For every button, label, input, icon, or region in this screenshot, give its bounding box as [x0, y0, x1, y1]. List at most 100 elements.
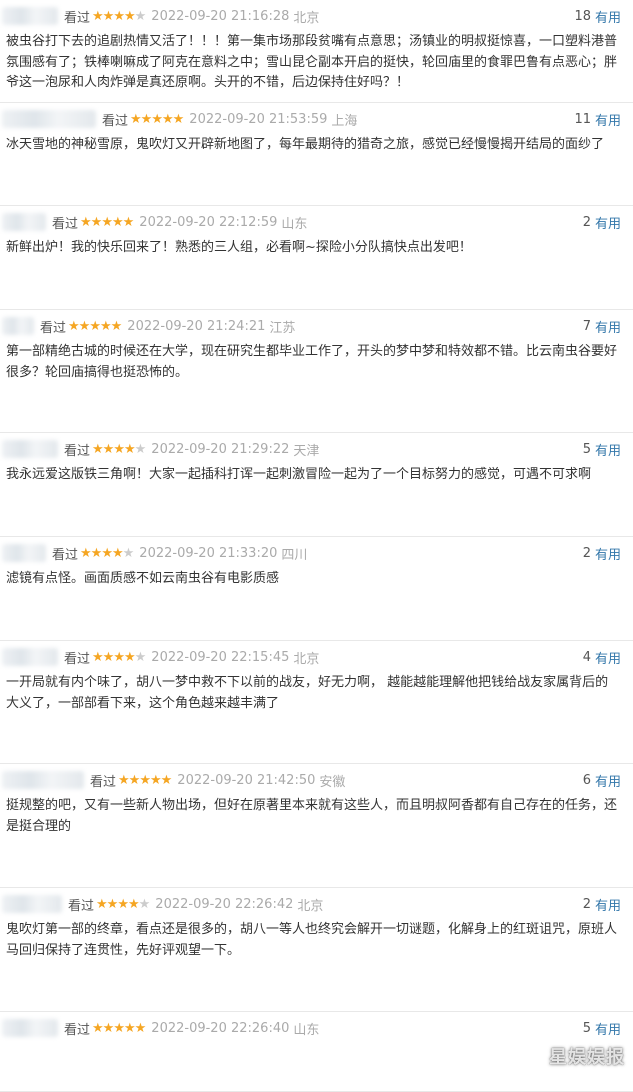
rating-stars-icon: ★★★★★	[92, 441, 147, 457]
review-text: 一开局就有内个味了，胡八一梦中救不下以前的战友，好无力啊， 越能越能理解他把钱给…	[6, 675, 609, 711]
useful-button[interactable]: 有用	[595, 771, 621, 790]
star-icon: ★	[96, 896, 108, 912]
review-location: 安徽	[319, 774, 346, 790]
review-location: 北京	[293, 10, 320, 26]
review-list: 看过 ★★★★★ 2022-09-20 21:16:28 北京 18 有用 被虫谷打下去的追…	[0, 0, 633, 1092]
rating-stars-icon: ★★★★★	[80, 214, 135, 230]
star-icon: ★	[117, 896, 129, 912]
username-blurred[interactable]	[2, 771, 84, 789]
review-item: 看过 ★★★★★ 2022-09-20 21:29:22 天津 5 有用 我永远爱这版铁三角…	[0, 433, 633, 537]
star-icon: ★	[130, 111, 142, 127]
rating-stars-icon: ★★★★★	[92, 649, 147, 665]
review-date: 2022-09-20 21:29:22	[151, 441, 290, 457]
username-blurred[interactable]	[2, 648, 58, 666]
star-icon: ★	[140, 111, 153, 127]
review-date: 2022-09-20 21:16:28	[151, 8, 290, 24]
star-icon: ★	[138, 896, 151, 912]
review-meta: 看过 ★★★★★ 2022-09-20 22:12:59 山东 2 有用	[0, 212, 621, 232]
star-icon: ★	[90, 545, 103, 561]
star-icon: ★	[111, 214, 124, 230]
useful-count: 5	[582, 441, 591, 457]
username-blurred[interactable]	[2, 110, 96, 128]
star-icon: ★	[101, 214, 113, 230]
username-blurred[interactable]	[2, 544, 46, 562]
star-icon: ★	[110, 318, 123, 334]
review-location: 上海	[331, 113, 358, 129]
review-date: 2022-09-20 21:24:21	[127, 318, 266, 334]
useful-button[interactable]: 有用	[595, 7, 621, 26]
star-icon: ★	[92, 649, 104, 665]
star-icon: ★	[92, 441, 104, 457]
useful-button[interactable]: 有用	[595, 110, 621, 129]
review-date: 2022-09-20 21:53:59	[189, 111, 328, 127]
review-meta: 看过 ★★★★★ 2022-09-20 21:33:20 四川 2 有用	[0, 543, 621, 563]
watched-status: 看过	[68, 898, 95, 914]
useful-vote: 2 有用	[583, 544, 621, 563]
star-icon: ★	[113, 441, 125, 457]
star-icon: ★	[122, 545, 135, 561]
username-blurred[interactable]	[2, 1019, 58, 1037]
review-meta: 看过 ★★★★★ 2022-09-20 21:24:21 江苏 7 有用	[0, 316, 621, 336]
review-text: 第一部精绝古城的时候还在大学，现在研究生都毕业工作了，开头的梦中梦和特效都不错。…	[6, 344, 618, 380]
useful-count: 4	[582, 649, 591, 665]
star-icon: ★	[102, 441, 115, 457]
review-text: 鬼吹灯第一部的终章，看点还是很多的，胡八一等人也终究会解开一切谜题，化解身上的红…	[6, 922, 618, 958]
rating-stars-icon: ★★★★★	[92, 1020, 147, 1036]
watched-status: 看过	[64, 651, 91, 667]
useful-count: 11	[574, 111, 591, 127]
review-text: 冰天雪地的神秘雪原，鬼吹灯又开辟新地图了，每年最期待的猎奇之旅，感觉已经慢慢揭开…	[6, 137, 605, 152]
review-item: 看过 ★★★★★ 2022-09-20 21:42:50 安徽 6 有用 挺规整的吧，又有一…	[0, 764, 633, 888]
review-location: 天津	[293, 443, 320, 459]
star-icon: ★	[151, 111, 163, 127]
useful-button[interactable]: 有用	[595, 317, 621, 336]
review-item: 看过 ★★★★★ 2022-09-20 21:33:20 四川 2 有用 滤镜有点怪。画面质…	[0, 537, 633, 641]
useful-button[interactable]: 有用	[595, 213, 621, 232]
useful-vote: 18 有用	[574, 7, 621, 26]
watched-status: 看过	[64, 1022, 91, 1038]
useful-count: 5	[582, 1020, 591, 1036]
review-location: 山东	[293, 1022, 320, 1038]
watched-status: 看过	[64, 443, 91, 459]
star-icon: ★	[101, 545, 113, 561]
watermark: 星娱娱报	[549, 1047, 625, 1068]
star-icon: ★	[89, 318, 101, 334]
useful-count: 2	[582, 545, 591, 561]
useful-button[interactable]: 有用	[595, 895, 621, 914]
star-icon: ★	[102, 8, 115, 24]
watched-status: 看过	[102, 113, 129, 129]
useful-count: 7	[582, 318, 591, 334]
review-text: 挺规整的吧，又有一些新人物出场，但好在原著里本来就有这些人，而且明叔阿香都有自己…	[6, 798, 618, 834]
star-icon: ★	[134, 649, 147, 665]
review-item: 看过 ★★★★★ 2022-09-20 21:16:28 北京 18 有用 被虫谷打下去的追…	[0, 0, 633, 103]
star-icon: ★	[78, 318, 91, 334]
star-icon: ★	[92, 8, 104, 24]
star-icon: ★	[113, 1020, 125, 1036]
star-icon: ★	[160, 772, 173, 788]
rating-stars-icon: ★★★★★	[92, 8, 147, 24]
useful-button[interactable]: 有用	[595, 1019, 621, 1038]
star-icon: ★	[134, 1020, 147, 1036]
star-icon: ★	[134, 8, 147, 24]
useful-button[interactable]: 有用	[595, 648, 621, 667]
star-icon: ★	[149, 772, 162, 788]
star-icon: ★	[122, 214, 135, 230]
username-blurred[interactable]	[2, 895, 62, 913]
useful-vote: 11 有用	[574, 110, 621, 129]
star-icon: ★	[106, 896, 119, 912]
review-item: 看过 ★★★★★ 2022-09-20 22:12:59 山东 2 有用 新鲜出炉！我的快乐…	[0, 206, 633, 310]
username-blurred[interactable]	[2, 317, 34, 335]
star-icon: ★	[127, 896, 140, 912]
username-blurred[interactable]	[2, 213, 46, 231]
review-item: 看过 ★★★★★ 2022-09-20 22:26:42 北京 2 有用 鬼吹灯第一部的终章…	[0, 888, 633, 1012]
star-icon: ★	[68, 318, 80, 334]
review-date: 2022-09-20 21:42:50	[177, 772, 316, 788]
useful-button[interactable]: 有用	[595, 544, 621, 563]
username-blurred[interactable]	[2, 7, 58, 25]
username-blurred[interactable]	[2, 440, 58, 458]
star-icon: ★	[139, 772, 151, 788]
useful-button[interactable]: 有用	[595, 440, 621, 459]
star-icon: ★	[113, 8, 125, 24]
review-date: 2022-09-20 22:26:40	[151, 1020, 290, 1036]
review-text: 被虫谷打下去的追剧热情又活了！！！第一集市场那段贫嘴有点意思；汤镇业的明叔挺惊喜…	[6, 34, 618, 90]
star-icon: ★	[134, 441, 147, 457]
